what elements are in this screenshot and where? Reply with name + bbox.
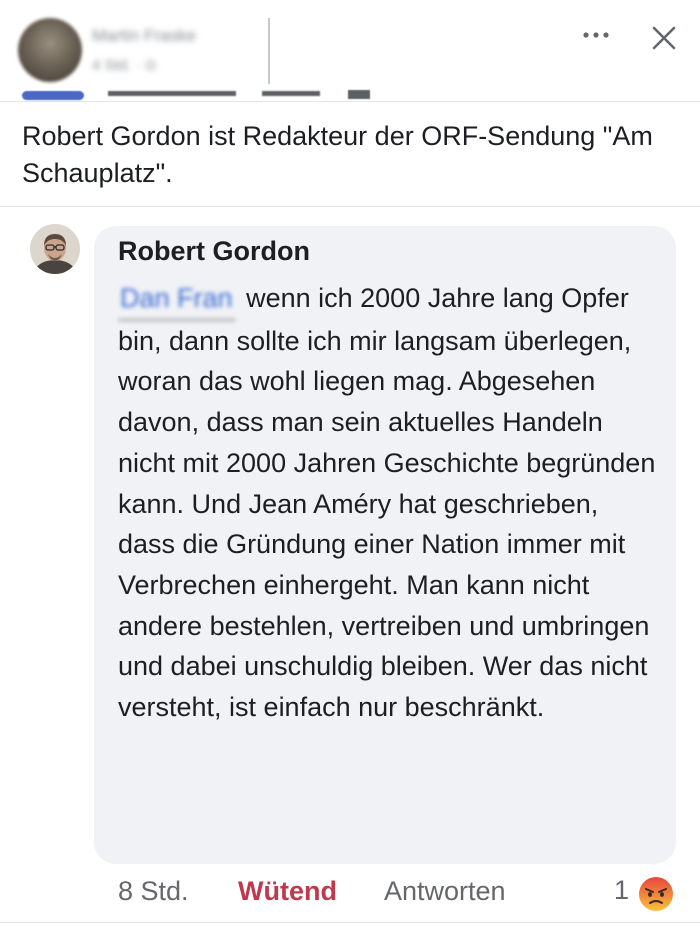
angry-face-icon[interactable] — [636, 874, 676, 914]
post-caption: Robert Gordon ist Redakteur der ORF-Send… — [22, 121, 653, 188]
cutoff-text — [108, 91, 236, 96]
reaction-button[interactable]: Wütend — [238, 876, 337, 907]
author-name[interactable]: Martin Fraske — [92, 26, 196, 46]
header-divider — [268, 18, 270, 84]
reaction-count[interactable]: 1 — [614, 875, 629, 906]
commenter-avatar[interactable] — [30, 224, 80, 274]
author-avatar[interactable] — [18, 18, 82, 82]
cutoff-badge — [22, 91, 84, 100]
divider — [0, 922, 700, 923]
more-dots-icon — [583, 32, 609, 38]
commenter-name[interactable]: Robert Gordon — [118, 236, 310, 267]
comment-time[interactable]: 8 Std. — [118, 876, 189, 907]
close-icon — [652, 26, 676, 50]
comment-body: Dan Fran wenn ich 2000 Jahre lang Opfer … — [118, 278, 658, 728]
person-photo-icon — [30, 224, 80, 274]
cutoff-time — [262, 91, 320, 96]
more-options-button[interactable] — [578, 20, 614, 50]
post-meta: 4 Std. · ⊙ — [92, 57, 158, 74]
cutoff-previous-comment — [0, 88, 700, 102]
reply-button[interactable]: Antworten — [384, 876, 506, 907]
comment-text: wenn ich 2000 Jahre lang Opfer bin, dann… — [118, 283, 656, 723]
close-button[interactable] — [646, 20, 682, 56]
mention-tag[interactable]: Dan Fran — [118, 278, 235, 321]
cutoff-icon — [348, 90, 370, 99]
divider — [0, 101, 700, 102]
post-header: Martin Fraske 4 Std. · ⊙ — [0, 0, 700, 100]
divider — [0, 206, 700, 207]
